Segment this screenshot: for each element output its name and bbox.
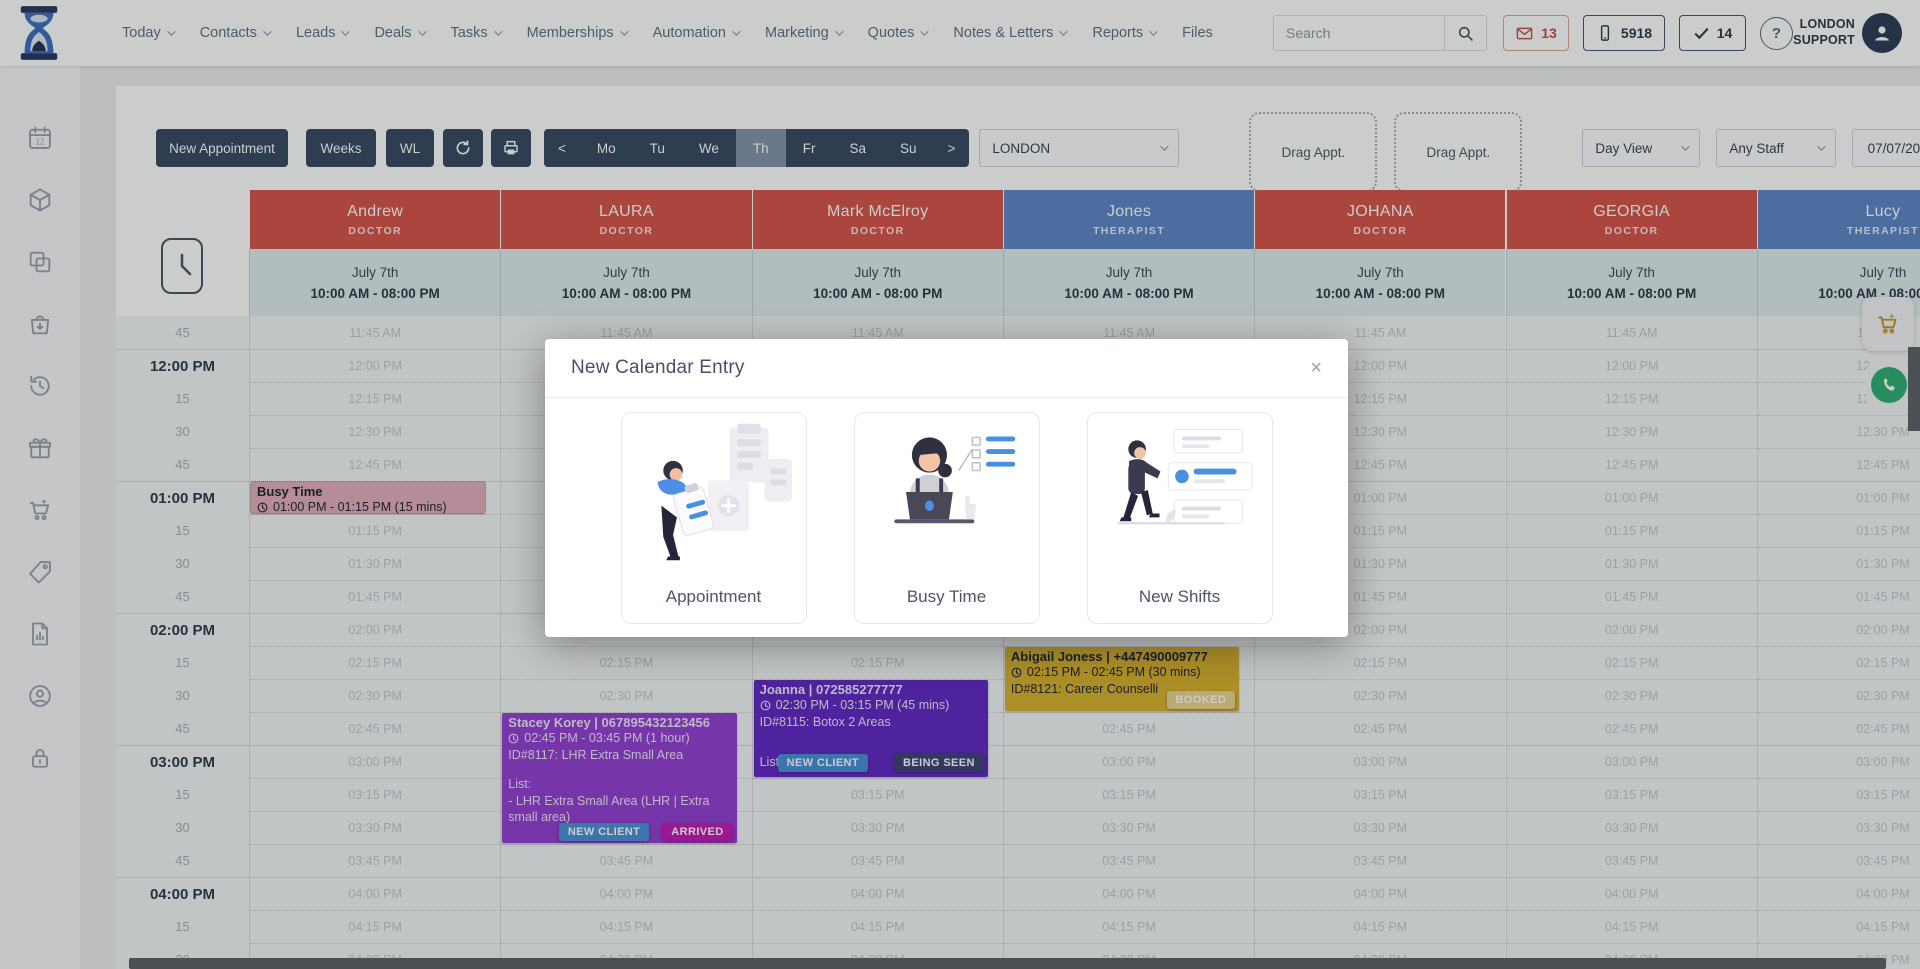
modal-option-busy-time[interactable]: Busy Time — [854, 412, 1040, 624]
modal-option-label: Busy Time — [907, 587, 986, 607]
busy-time-illustration — [869, 413, 1025, 572]
modal-option-label: New Shifts — [1139, 587, 1220, 607]
modal-option-new-shifts[interactable]: New Shifts — [1087, 412, 1273, 624]
modal-body: Appointment Busy Time New Shifts — [545, 398, 1348, 624]
modal-header: New Calendar Entry × — [545, 339, 1348, 398]
modal-title: New Calendar Entry — [571, 357, 745, 379]
new-calendar-entry-modal: New Calendar Entry × Appointment Busy Tim… — [545, 339, 1348, 637]
appointment-illustration — [636, 413, 792, 572]
close-icon[interactable]: × — [1310, 358, 1322, 378]
modal-option-appointment[interactable]: Appointment — [621, 412, 807, 624]
new-shifts-illustration — [1102, 413, 1258, 572]
modal-option-label: Appointment — [666, 587, 761, 607]
